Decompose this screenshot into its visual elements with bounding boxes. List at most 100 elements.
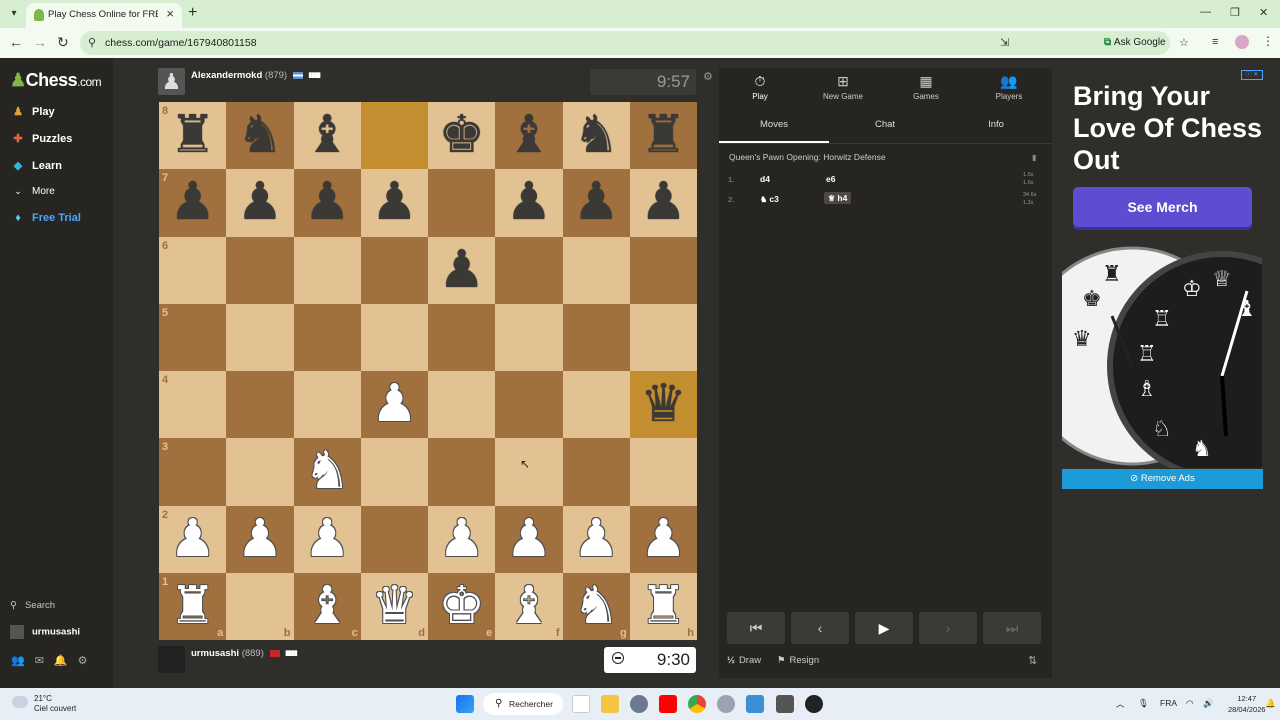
black-pawn-icon[interactable]: ♟ <box>361 169 428 236</box>
black-pawn-icon[interactable]: ♟ <box>226 169 293 236</box>
subtab-moves[interactable]: Moves <box>719 119 829 130</box>
url-text[interactable]: chess.com/game/167940801158 <box>105 37 257 49</box>
messages-icon[interactable]: ✉ <box>35 655 44 667</box>
square-h5[interactable] <box>629 303 697 371</box>
taskbar-clock[interactable]: 12:47 28/04/2026 <box>1228 693 1266 715</box>
black-rook-icon[interactable]: ♜ <box>630 102 697 169</box>
language-indicator[interactable]: FRA <box>1160 698 1177 708</box>
square-d3[interactable] <box>360 438 428 506</box>
square-b1[interactable]: b <box>226 572 294 640</box>
white-rook-icon[interactable]: ♜ <box>630 573 697 640</box>
remove-ads-button[interactable]: ⊘ Remove Ads <box>1062 469 1263 489</box>
ad-clock-image[interactable]: ♚ ♜ ♛ ♔ ♕ ♖ ♖ ♗ ♘ ♞ ♝ <box>1062 246 1262 468</box>
white-king-icon[interactable]: ♚ <box>428 573 495 640</box>
square-b6[interactable] <box>226 236 294 304</box>
ad-choices-icon[interactable]: ⓘ ✕ <box>1241 70 1263 80</box>
draw-button[interactable]: ½ Draw <box>727 655 761 666</box>
tray-chevron-icon[interactable]: ︿ <box>1116 698 1125 710</box>
square-b3[interactable] <box>226 438 294 506</box>
square-e3[interactable] <box>428 438 496 506</box>
opening-book-icon[interactable]: ▮ <box>1032 153 1036 162</box>
player-avatar[interactable] <box>158 646 185 673</box>
browser-menu-icon[interactable]: ⋮ <box>1262 34 1274 48</box>
notifications-icon[interactable]: 🔔 <box>54 655 68 667</box>
taskbar-search[interactable]: ⚲ Rechercher <box>483 693 563 715</box>
square-f4[interactable] <box>495 371 563 439</box>
black-pawn-icon[interactable]: ♟ <box>159 169 226 236</box>
wifi-icon[interactable]: ◠ <box>1186 698 1193 709</box>
square-g6[interactable] <box>562 236 630 304</box>
install-app-icon[interactable]: ⇲ <box>1000 36 1009 49</box>
white-queen-icon[interactable]: ♛ <box>361 573 428 640</box>
white-bishop-icon[interactable]: ♝ <box>495 573 562 640</box>
square-g5[interactable] <box>562 303 630 371</box>
ask-google-button[interactable]: ⧉ Ask Google <box>1104 37 1166 48</box>
square-a4[interactable]: 4 <box>159 371 227 439</box>
new-tab-icon[interactable]: + <box>188 4 197 22</box>
site-info-icon[interactable]: ⚲ <box>88 36 96 49</box>
white-pawn-icon[interactable]: ♟ <box>226 506 293 573</box>
white-knight-icon[interactable]: ♞ <box>563 573 630 640</box>
sidebar-search[interactable]: ⚲ Search <box>10 600 55 611</box>
white-move[interactable]: ♞ c3 <box>760 194 779 204</box>
sidebar-item-play[interactable]: ♟ Play <box>10 105 55 121</box>
resign-button[interactable]: ⚑ Resign <box>777 655 819 666</box>
play-moves-button[interactable]: ▶ <box>855 612 913 644</box>
square-c4[interactable] <box>293 371 361 439</box>
bookmark-star-icon[interactable]: ☆ <box>1179 36 1189 49</box>
subtab-chat[interactable]: Chat <box>830 119 940 130</box>
microphone-icon[interactable]: 🎙 <box>1138 698 1149 709</box>
tab-games[interactable]: ▦ Games <box>885 68 967 108</box>
black-pawn-icon[interactable]: ♟ <box>495 169 562 236</box>
black-pawn-icon[interactable]: ♟ <box>563 169 630 236</box>
black-king-icon[interactable]: ♚ <box>428 102 495 169</box>
address-bar[interactable]: ⚲ chess.com/game/167940801158 ⇲ ⧉ Ask Go… <box>80 31 1189 55</box>
chesscom-logo[interactable]: ♟Chess.com <box>10 70 102 91</box>
back-icon[interactable]: ← <box>9 34 23 50</box>
player-name[interactable]: urmusashi (889) ▮▮▮▮ <box>191 648 298 659</box>
square-g4[interactable] <box>562 371 630 439</box>
sidebar-item-puzzles[interactable]: ✚ Puzzles <box>10 132 72 148</box>
square-f6[interactable] <box>495 236 563 304</box>
settings-icon[interactable] <box>630 695 648 713</box>
tab-players[interactable]: 👥 Players <box>968 68 1050 108</box>
notifications-icon[interactable]: 🔔 <box>1265 698 1276 709</box>
mouse-app-icon[interactable] <box>717 695 735 713</box>
next-move-button[interactable]: › <box>919 612 977 644</box>
previous-move-button[interactable]: ‹ <box>791 612 849 644</box>
sidebar-item-free-trial[interactable]: ♦ Free Trial <box>10 212 81 228</box>
black-knight-icon[interactable]: ♞ <box>226 102 293 169</box>
black-rook-icon[interactable]: ♜ <box>159 102 226 169</box>
square-g3[interactable] <box>562 438 630 506</box>
black-pawn-icon[interactable]: ♟ <box>428 237 495 304</box>
steam-icon[interactable] <box>805 695 823 713</box>
square-e7[interactable] <box>428 169 496 237</box>
white-pawn-icon[interactable]: ♟ <box>361 371 428 438</box>
white-knight-icon[interactable]: ♞ <box>294 438 361 505</box>
square-b5[interactable] <box>226 303 294 371</box>
minimize-icon[interactable]: — <box>1200 6 1211 18</box>
square-f3[interactable] <box>495 438 563 506</box>
settings-gear-icon[interactable]: ⚙ <box>78 655 88 667</box>
white-pawn-icon[interactable]: ♟ <box>563 506 630 573</box>
square-d2[interactable] <box>360 505 428 573</box>
restore-icon[interactable]: ❐ <box>1230 6 1240 19</box>
window-app-icon[interactable] <box>746 695 764 713</box>
black-bishop-icon[interactable]: ♝ <box>495 102 562 169</box>
square-a6[interactable]: 6 <box>159 236 227 304</box>
white-rook-icon[interactable]: ♜ <box>159 573 226 640</box>
sidebar-item-more[interactable]: ⌄ More <box>10 186 55 202</box>
ad-headline[interactable]: Bring Your Love Of Chess Out <box>1073 80 1263 176</box>
profile-avatar[interactable] <box>1235 35 1249 49</box>
square-h6[interactable] <box>629 236 697 304</box>
white-pawn-icon[interactable]: ♟ <box>159 506 226 573</box>
white-pawn-icon[interactable]: ♟ <box>428 506 495 573</box>
square-d8[interactable] <box>360 102 428 170</box>
square-d6[interactable] <box>360 236 428 304</box>
square-h3[interactable] <box>629 438 697 506</box>
black-bishop-icon[interactable]: ♝ <box>294 102 361 169</box>
close-window-icon[interactable]: ✕ <box>1259 6 1268 19</box>
square-c5[interactable] <box>293 303 361 371</box>
see-merch-button[interactable]: See Merch <box>1073 187 1252 227</box>
board-settings-icon[interactable]: ⚙ <box>703 70 713 83</box>
